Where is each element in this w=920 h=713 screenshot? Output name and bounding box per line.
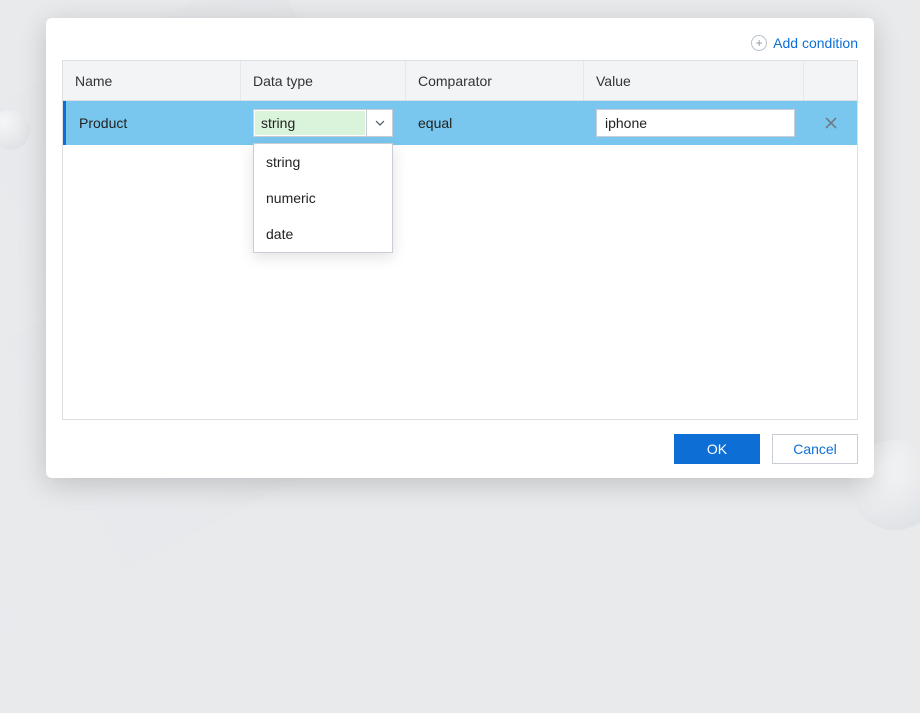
data-type-option-date[interactable]: date [254,216,392,252]
plus-circle-icon: + [751,35,767,51]
conditions-grid: Name Data type Comparator Value Product … [62,60,858,420]
data-type-option-numeric[interactable]: numeric [254,180,392,216]
dialog-toolbar: + Add condition [62,32,858,54]
add-condition-button[interactable]: + Add condition [751,35,858,51]
header-actions [804,61,857,100]
row-name-text: Product [79,115,127,131]
data-type-option-string[interactable]: string [254,144,392,180]
cell-actions [804,101,857,145]
cell-value [584,101,804,145]
cancel-button[interactable]: Cancel [772,434,858,464]
header-data-type: Data type [241,61,406,100]
chevron-down-icon [375,118,385,128]
remove-row-button[interactable] [821,113,841,133]
add-condition-label: Add condition [773,35,858,51]
table-row[interactable]: Product string equal [63,101,857,145]
data-type-selected: string [255,111,365,135]
conditions-dialog: + Add condition Name Data type Comparato… [46,18,874,478]
data-type-dropdown: string numeric date [253,143,393,253]
data-type-select[interactable]: string [253,109,393,137]
header-name: Name [63,61,241,100]
grid-header: Name Data type Comparator Value [63,61,857,101]
cell-comparator: equal [406,101,584,145]
dialog-footer: OK Cancel [62,434,858,464]
data-type-dropdown-button[interactable] [366,110,392,136]
value-input[interactable] [596,109,795,137]
ok-button[interactable]: OK [674,434,760,464]
cell-data-type: string [241,101,406,145]
grid-body: Product string equal [63,101,857,419]
header-comparator: Comparator [406,61,584,100]
header-value: Value [584,61,804,100]
comparator-text: equal [418,115,452,131]
close-icon [824,116,838,130]
cell-name: Product [63,101,241,145]
